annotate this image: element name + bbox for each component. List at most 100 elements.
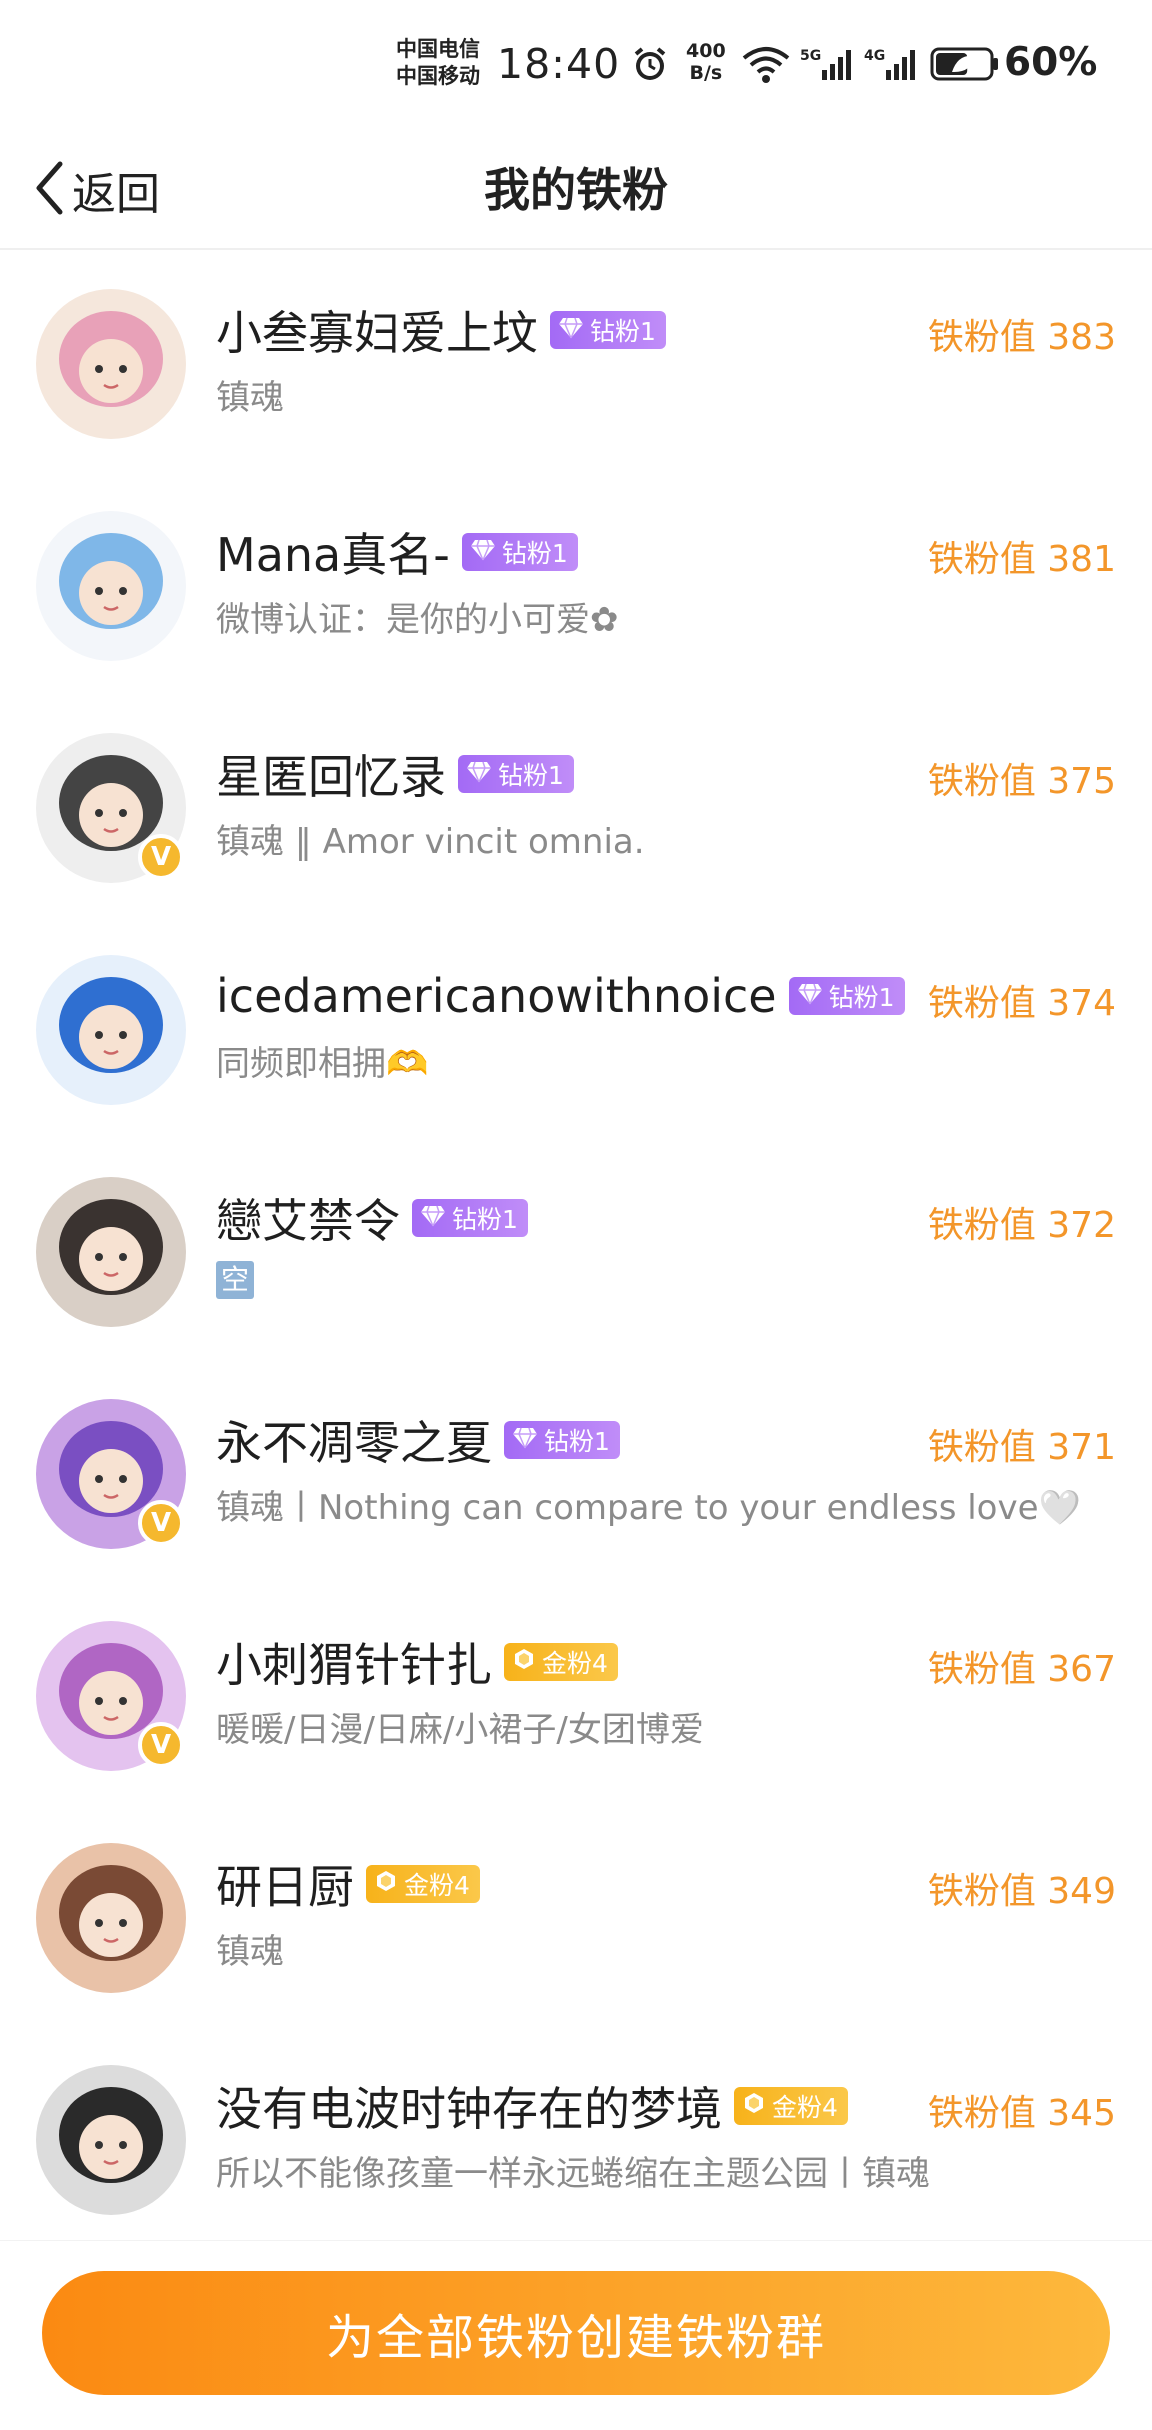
fan-row[interactable]: V 永不凋零之夏 钻粉1 铁粉值 371 镇魂丨Nothing can comp… — [0, 1358, 1152, 1580]
fan-row[interactable]: V 星匿回忆录 钻粉1 铁粉值 375 镇魂 ‖ Amor vincit omn… — [0, 692, 1152, 914]
battery-percent: 60% — [1004, 40, 1098, 85]
avatar[interactable] — [36, 1843, 186, 1993]
name-line: 永不凋零之夏 钻粉1 — [216, 1408, 620, 1472]
fan-score: 铁粉值 367 — [927, 1649, 1116, 1690]
gold-gem-icon — [374, 1869, 398, 1899]
signal-4g-icon: 4G — [864, 46, 920, 86]
bottom-action-bar: 为全部铁粉创建铁粉群 — [0, 2240, 1152, 2430]
fan-level-tag: 钻粉1 — [461, 533, 578, 571]
create-fan-group-button[interactable]: 为全部铁粉创建铁粉群 — [42, 2271, 1110, 2395]
carrier-labels: 中国电信 中国移动 — [396, 36, 480, 90]
fan-score: 铁粉值 375 — [927, 761, 1116, 802]
svg-text:4G: 4G — [864, 48, 885, 64]
fan-level-label: 金粉4 — [542, 1649, 608, 1678]
speed-value: 400 — [686, 40, 726, 62]
battery-saver-icon — [930, 46, 1000, 86]
diamond-icon — [512, 1426, 538, 1455]
fan-score: 铁粉值 372 — [927, 1205, 1116, 1246]
fan-level-label: 金粉4 — [772, 2093, 838, 2122]
fan-level-tag: 钻粉1 — [788, 977, 905, 1015]
fan-level-tag: 钻粉1 — [458, 755, 574, 793]
fan-name[interactable]: Mana真名- — [216, 519, 450, 585]
fan-row[interactable]: 没有电波时钟存在的梦境 金粉4 铁粉值 345 所以不能像孩童一样永远蜷缩在主题… — [0, 2024, 1152, 2246]
name-line: icedamericanowithnoice 钻粉1 — [216, 964, 905, 1028]
fan-name[interactable]: 星匿回忆录 — [216, 741, 446, 807]
carrier-1: 中国电信 — [396, 37, 480, 61]
name-line: 星匿回忆录 钻粉1 — [216, 742, 574, 806]
verified-badge: V — [138, 1722, 184, 1768]
signal-5g-icon: 5G — [800, 46, 856, 86]
fan-description: 同频即相拥🫶 — [216, 1044, 429, 1084]
fan-score: 铁粉值 371 — [927, 1427, 1116, 1468]
svg-text:5G: 5G — [800, 48, 821, 64]
fan-level-tag: 金粉4 — [734, 2087, 848, 2125]
fan-description: 所以不能像孩童一样永远蜷缩在主题公园丨镇魂 — [216, 2154, 930, 2194]
fan-name[interactable]: icedamericanowithnoice — [216, 969, 777, 1023]
avatar[interactable] — [36, 955, 186, 1105]
fan-level-label: 钻粉1 — [452, 1205, 518, 1234]
fan-row[interactable]: V 小刺猬针针扎 金粉4 铁粉值 367 暖暖/日漫/日麻/小裙子/女团博爱 — [0, 1580, 1152, 1802]
diamond-icon — [466, 760, 492, 789]
fan-name[interactable]: 小叁寡妇爱上坟 — [216, 297, 538, 363]
description-glyph: 空 — [216, 1261, 254, 1299]
fan-level-tag: 钻粉1 — [504, 1421, 620, 1459]
fan-row[interactable]: 研日厨 金粉4 铁粉值 349 镇魂 — [0, 1802, 1152, 2024]
avatar[interactable] — [36, 289, 186, 439]
status-time: 18:40 — [497, 40, 621, 88]
name-line: Mana真名- 钻粉1 — [216, 520, 578, 584]
fan-name[interactable]: 永不凋零之夏 — [216, 1407, 492, 1473]
fan-row[interactable]: 小叁寡妇爱上坟 钻粉1 铁粉值 383 镇魂 — [0, 248, 1152, 470]
fan-description: 微博认证：是你的小可爱✿ — [216, 600, 619, 640]
fan-score: 铁粉值 383 — [927, 317, 1116, 358]
fan-description: 镇魂 — [216, 1932, 284, 1972]
fan-name[interactable]: 小刺猬针针扎 — [216, 1629, 492, 1695]
alarm-icon — [630, 44, 670, 88]
fan-level-label: 钻粉1 — [501, 539, 568, 568]
fan-description: 镇魂 — [216, 378, 284, 418]
network-speed: 400 B/s — [686, 40, 726, 84]
avatar[interactable] — [36, 511, 186, 661]
fan-score: 铁粉值 345 — [927, 2093, 1116, 2134]
fan-description: 暖暖/日漫/日麻/小裙子/女团博爱 — [216, 1710, 704, 1750]
fan-row[interactable]: Mana真名- 钻粉1 铁粉值 381 微博认证：是你的小可爱✿ — [0, 470, 1152, 692]
fan-level-tag: 钻粉1 — [412, 1199, 528, 1237]
fan-level-label: 钻粉1 — [544, 1427, 610, 1456]
fan-level-label: 钻粉1 — [498, 761, 564, 790]
gold-gem-icon — [512, 1647, 536, 1677]
fan-level-label: 钻粉1 — [828, 983, 895, 1012]
fan-level-tag: 金粉4 — [504, 1643, 618, 1681]
name-line: 小叁寡妇爱上坟 钻粉1 — [216, 298, 666, 362]
verified-badge: V — [138, 1500, 184, 1546]
diamond-icon — [797, 982, 823, 1011]
diamond-icon — [420, 1204, 446, 1233]
nav-bar: 返回 我的铁粉 — [0, 135, 1152, 250]
carrier-2: 中国移动 — [396, 64, 480, 88]
fan-list: 小叁寡妇爱上坟 钻粉1 铁粉值 383 镇魂 Mana真名- 钻粉1 铁粉值 3… — [0, 248, 1152, 2246]
speed-unit: B/s — [689, 62, 723, 84]
fan-row[interactable]: 戀艾禁令 钻粉1 铁粉值 372 空 — [0, 1136, 1152, 1358]
diamond-icon — [558, 316, 584, 345]
fan-row[interactable]: icedamericanowithnoice 钻粉1 铁粉值 374 同频即相拥… — [0, 914, 1152, 1136]
fan-level-tag: 金粉4 — [366, 1865, 480, 1903]
fan-name[interactable]: 戀艾禁令 — [216, 1185, 400, 1251]
fan-score: 铁粉值 349 — [927, 1871, 1116, 1912]
fan-level-label: 钻粉1 — [590, 317, 656, 346]
fan-description: 镇魂丨Nothing can compare to your endless l… — [216, 1488, 1081, 1528]
status-bar: 中国电信 中国移动 18:40 400 B/s 5G 4G 60% — [0, 0, 1152, 135]
gold-gem-icon — [742, 2091, 766, 2121]
wifi-icon — [740, 44, 792, 88]
name-line: 戀艾禁令 钻粉1 — [216, 1186, 528, 1250]
fan-level-tag: 钻粉1 — [550, 311, 666, 349]
name-line: 小刺猬针针扎 金粉4 — [216, 1630, 618, 1694]
fan-score: 铁粉值 374 — [927, 983, 1116, 1024]
fan-description: 镇魂 ‖ Amor vincit omnia. — [216, 822, 645, 862]
avatar[interactable] — [36, 1177, 186, 1327]
fan-name[interactable]: 没有电波时钟存在的梦境 — [216, 2073, 722, 2139]
avatar[interactable] — [36, 2065, 186, 2215]
fan-score: 铁粉值 381 — [927, 539, 1116, 580]
name-line: 研日厨 金粉4 — [216, 1852, 480, 1916]
fan-description: 空 — [216, 1258, 254, 1299]
diamond-icon — [470, 538, 496, 567]
verified-badge: V — [138, 834, 184, 880]
fan-name[interactable]: 研日厨 — [216, 1851, 354, 1917]
